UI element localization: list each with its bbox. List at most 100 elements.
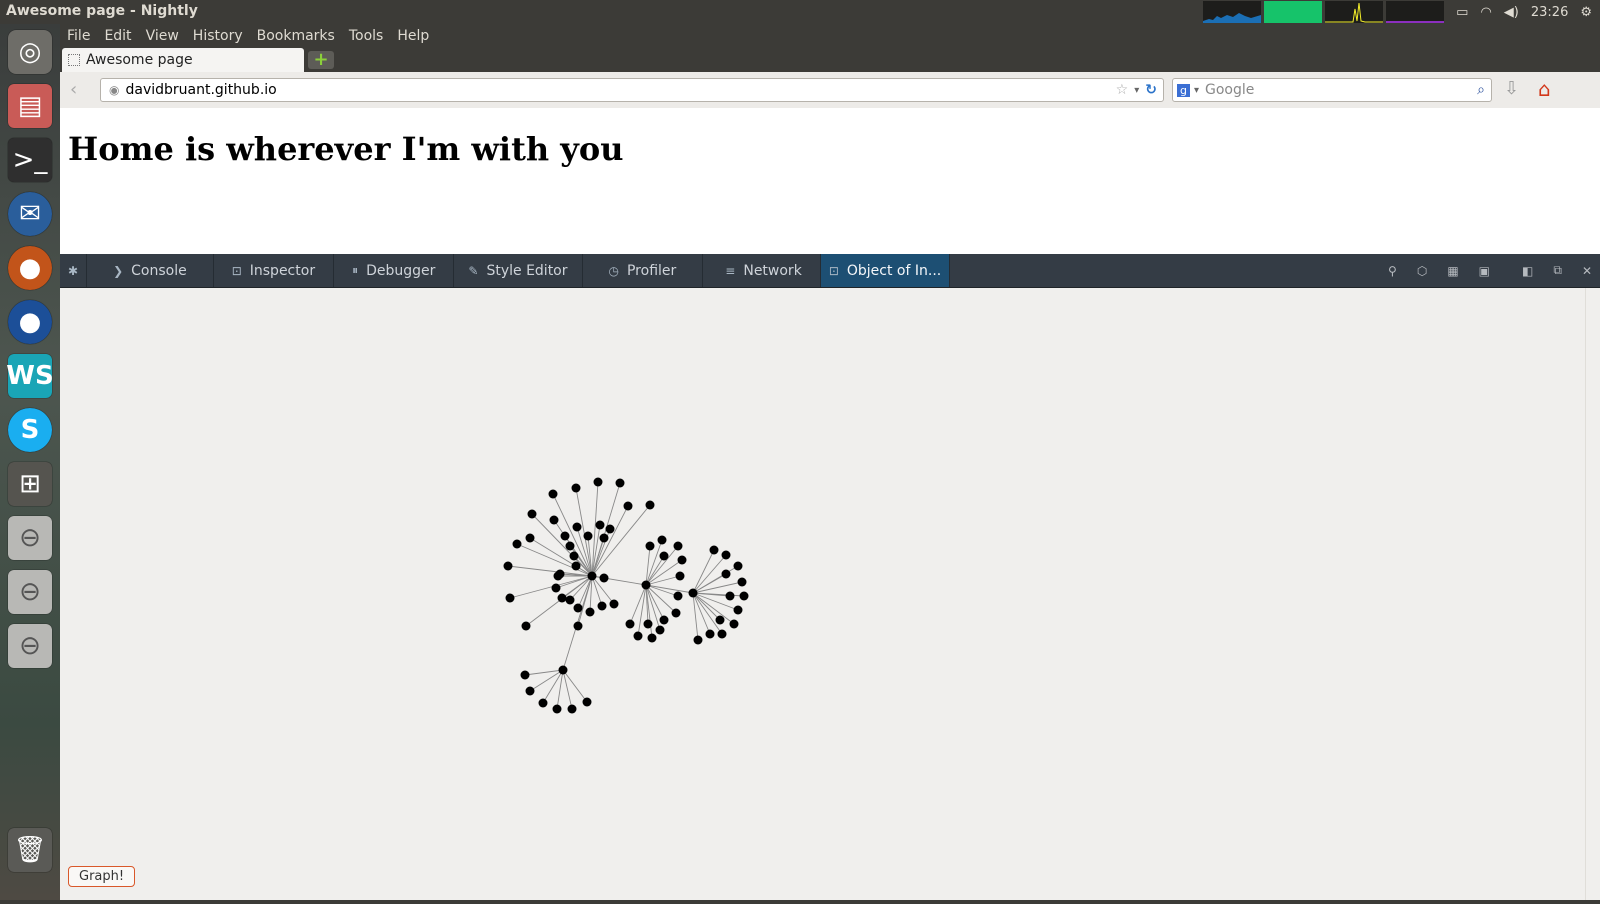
graph-node[interactable] — [512, 539, 522, 549]
graph-node[interactable] — [560, 531, 570, 541]
new-tab-button[interactable]: + — [308, 51, 334, 69]
search-bar[interactable]: g ▾ Google ⌕ — [1172, 78, 1492, 102]
pick-element-icon[interactable]: ⚲ — [1388, 264, 1397, 278]
tab-debugger[interactable]: ⏸ Debugger — [334, 254, 455, 287]
graph-node[interactable] — [673, 591, 683, 601]
graph-node[interactable] — [553, 571, 563, 581]
graph-node[interactable] — [623, 501, 633, 511]
graph-node[interactable] — [647, 633, 657, 643]
graph-node[interactable] — [729, 619, 739, 629]
drive-icon[interactable]: ⊖ — [8, 570, 52, 614]
graph-node[interactable] — [503, 561, 513, 571]
graph-node[interactable] — [551, 583, 561, 593]
graph-node[interactable] — [505, 593, 515, 603]
clock[interactable]: 23:26 — [1531, 5, 1568, 20]
drive-icon[interactable]: ⊖ — [8, 516, 52, 560]
menu-tools[interactable]: Tools — [349, 28, 384, 44]
graph-node[interactable] — [583, 531, 593, 541]
webstorm-icon[interactable]: WS — [6, 354, 54, 398]
downloads-icon[interactable]: ⇩ — [1504, 78, 1519, 99]
search-engine-icon[interactable]: g — [1177, 83, 1190, 97]
graph-node[interactable] — [688, 588, 698, 598]
site-identity-icon[interactable]: ◉ — [109, 83, 119, 97]
drive-icon[interactable]: ⊖ — [8, 624, 52, 668]
gear-icon[interactable]: ⚙ — [1580, 5, 1592, 20]
tab-profiler[interactable]: ◷ Profiler — [583, 254, 704, 287]
bookmark-star-icon[interactable]: ☆ — [1116, 82, 1129, 98]
devtools-options-button[interactable]: ✱ — [60, 254, 88, 287]
menu-history[interactable]: History — [193, 28, 243, 44]
graph-node[interactable] — [527, 509, 537, 519]
skype-icon[interactable]: S — [8, 408, 52, 452]
graph-node[interactable] — [659, 615, 669, 625]
graph-node[interactable] — [615, 478, 625, 488]
graph-node[interactable] — [525, 533, 535, 543]
reload-icon[interactable]: ↻ — [1145, 82, 1157, 98]
graph-node[interactable] — [557, 593, 567, 603]
graph-node[interactable] — [733, 561, 743, 571]
graph-node[interactable] — [582, 697, 592, 707]
graph-node[interactable] — [549, 515, 559, 525]
graph-node[interactable] — [587, 571, 597, 581]
thunderbird-icon[interactable]: ✉ — [8, 192, 52, 236]
graph-node[interactable] — [709, 545, 719, 555]
graph-node[interactable] — [673, 541, 683, 551]
graph-node[interactable] — [657, 535, 667, 545]
tab-console[interactable]: ❯ Console — [87, 254, 214, 287]
graph-node[interactable] — [525, 686, 535, 696]
trash-icon[interactable]: 🗑 — [8, 828, 52, 872]
graph-node[interactable] — [693, 635, 703, 645]
scratchpad-icon[interactable]: ▣ — [1479, 264, 1490, 278]
graph-node[interactable] — [599, 533, 609, 543]
home-icon[interactable]: ⌂ — [1538, 77, 1551, 101]
graph-node[interactable] — [597, 601, 607, 611]
menu-help[interactable]: Help — [397, 28, 429, 44]
3d-view-icon[interactable]: ⬡ — [1417, 264, 1427, 278]
menu-view[interactable]: View — [146, 28, 179, 44]
close-icon[interactable]: ✕ — [1582, 264, 1592, 278]
graph-node[interactable] — [595, 520, 605, 530]
dock-side-icon[interactable]: ◧ — [1522, 264, 1533, 278]
graph-node[interactable] — [548, 489, 558, 499]
graph-node[interactable] — [739, 591, 749, 601]
graph-node[interactable] — [572, 522, 582, 532]
menu-file[interactable]: File — [67, 28, 90, 44]
graph-node[interactable] — [677, 555, 687, 565]
graph-node[interactable] — [675, 571, 685, 581]
terminal-icon[interactable]: >_ — [8, 138, 52, 182]
dash-home-icon[interactable]: ◎ — [8, 30, 52, 74]
graph-node[interactable] — [645, 500, 655, 510]
url-bar[interactable]: ◉ davidbruant.github.io ☆ ▾ ↻ — [100, 78, 1164, 102]
undock-icon[interactable]: ⧉ — [1553, 263, 1562, 278]
graph-node[interactable] — [721, 550, 731, 560]
graph-node[interactable] — [569, 551, 579, 561]
tab-style-editor[interactable]: ✎ Style Editor — [454, 254, 583, 287]
graph-node[interactable] — [633, 631, 643, 641]
graph-node[interactable] — [733, 605, 743, 615]
graph-node[interactable] — [567, 704, 577, 714]
files-icon[interactable]: ▤ — [8, 84, 52, 128]
graph-node[interactable] — [573, 603, 583, 613]
responsive-mode-icon[interactable]: ▦ — [1447, 264, 1458, 278]
graph-node[interactable] — [565, 595, 575, 605]
graph-node[interactable] — [645, 541, 655, 551]
graph-node[interactable] — [605, 524, 615, 534]
graph-node[interactable] — [625, 619, 635, 629]
battery-icon[interactable]: ▭ — [1456, 5, 1468, 20]
menu-bookmarks[interactable]: Bookmarks — [257, 28, 335, 44]
graph-node[interactable] — [520, 670, 530, 680]
graph-node[interactable] — [659, 551, 669, 561]
graph-button[interactable]: Graph! — [68, 866, 136, 887]
graph-node[interactable] — [671, 608, 681, 618]
search-icon[interactable]: ⌕ — [1477, 82, 1485, 98]
tab-object-of-interest[interactable]: ⊡ Object of In... — [820, 254, 951, 287]
graph-node[interactable] — [521, 621, 531, 631]
graph-node[interactable] — [585, 607, 595, 617]
graph-node[interactable] — [571, 483, 581, 493]
graph-node[interactable] — [721, 569, 731, 579]
volume-icon[interactable]: ◀) — [1504, 5, 1519, 20]
graph-node[interactable] — [717, 629, 727, 639]
graph-node[interactable] — [565, 541, 575, 551]
graph-node[interactable] — [725, 591, 735, 601]
graph-node[interactable] — [715, 615, 725, 625]
